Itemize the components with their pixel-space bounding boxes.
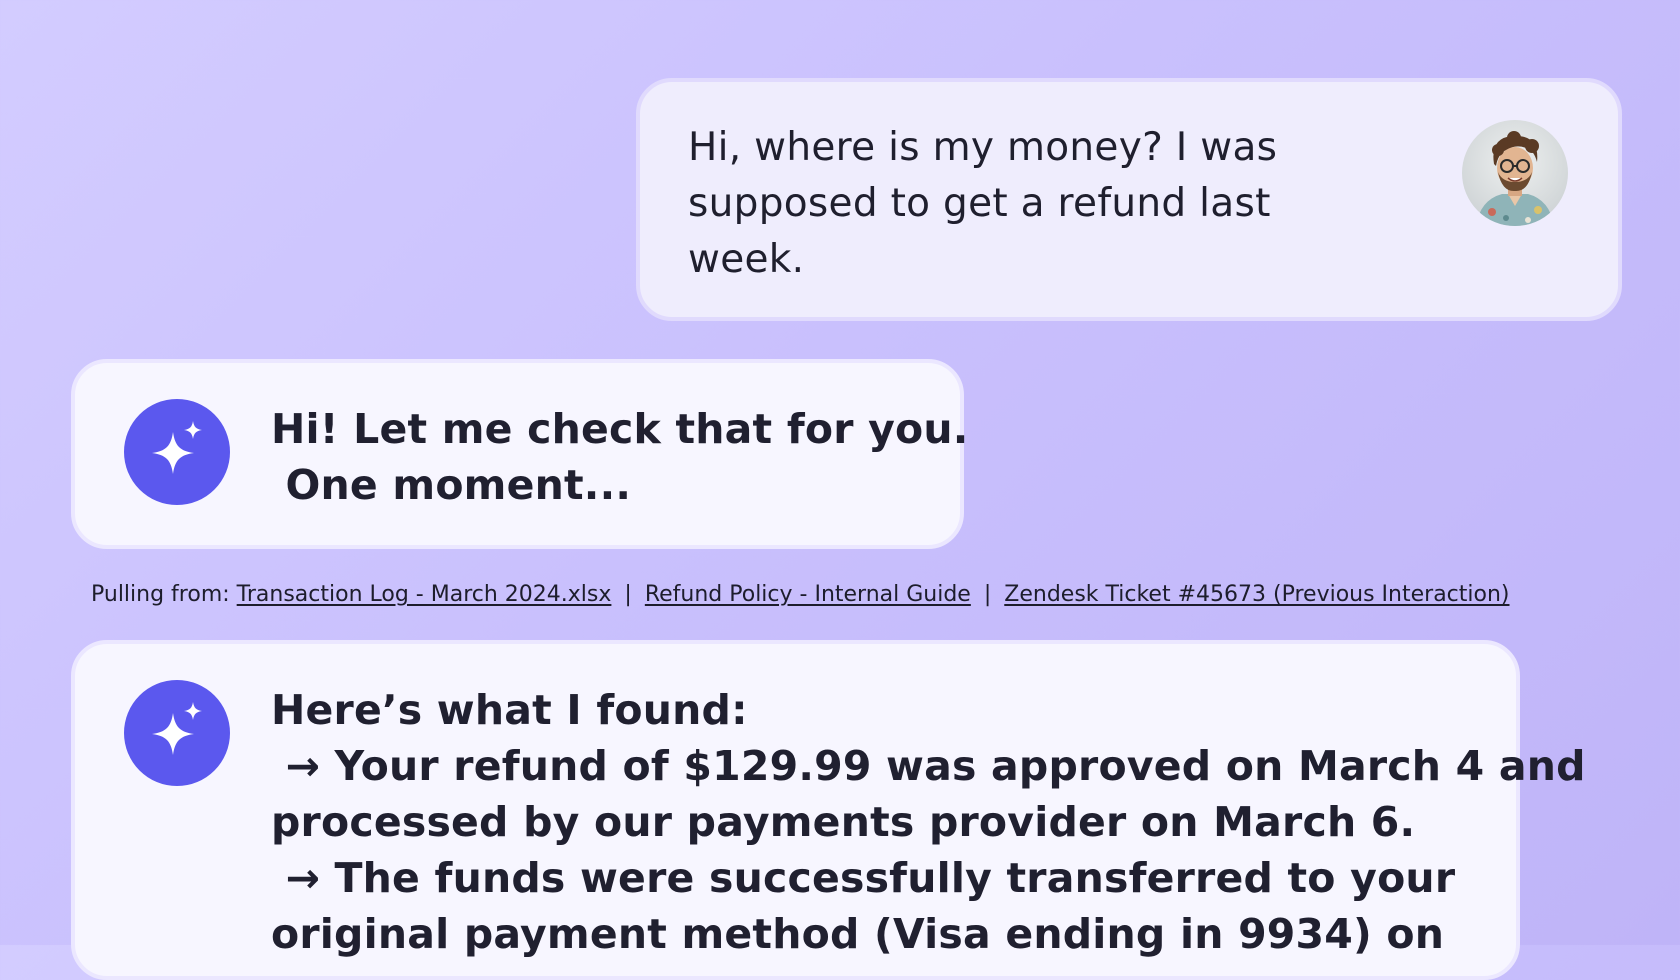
bot-message-line: Here’s what I found: [271, 686, 748, 734]
bot-message-text: Hi! Let me check that for you. One momen… [271, 401, 969, 513]
user-message-text: Hi, where is my money? I was supposed to… [688, 125, 1278, 282]
sparkle-icon [124, 680, 230, 786]
sources-line: Pulling from: Transaction Log - March 20… [91, 580, 1510, 610]
bot-message-bubble: Hi! Let me check that for you. One momen… [71, 359, 968, 549]
bot-message-text: Here’s what I found: → Your refund of $1… [271, 682, 1586, 962]
source-link-transaction-log[interactable]: Transaction Log - March 2024.xlsx [237, 582, 612, 607]
user-avatar-photo [1462, 120, 1568, 226]
user-avatar[interactable] [1462, 120, 1568, 226]
source-link-zendesk-ticket[interactable]: Zendesk Ticket #45673 (Previous Interact… [1004, 582, 1509, 607]
bot-message-line: → The funds were successfully transferre… [271, 854, 1456, 902]
bot-message-line: → Your refund of $129.99 was approved on… [271, 742, 1586, 790]
source-separator: | [624, 582, 632, 607]
source-link-refund-policy[interactable]: Refund Policy - Internal Guide [645, 582, 971, 607]
sparkle-icon [124, 399, 230, 505]
bot-message-line: original payment method (Visa ending in … [271, 910, 1445, 958]
bot-message-line: processed by our payments provider on Ma… [271, 798, 1416, 846]
sources-label: Pulling from: [91, 582, 237, 607]
bot-message-line: Hi! Let me check that for you. [271, 405, 969, 453]
bot-message-line: One moment... [271, 461, 632, 509]
source-separator: | [983, 582, 992, 607]
user-message-bubble: Hi, where is my money? I was supposed to… [636, 78, 1622, 321]
bot-message-bubble: Here’s what I found: → Your refund of $1… [71, 640, 1586, 980]
